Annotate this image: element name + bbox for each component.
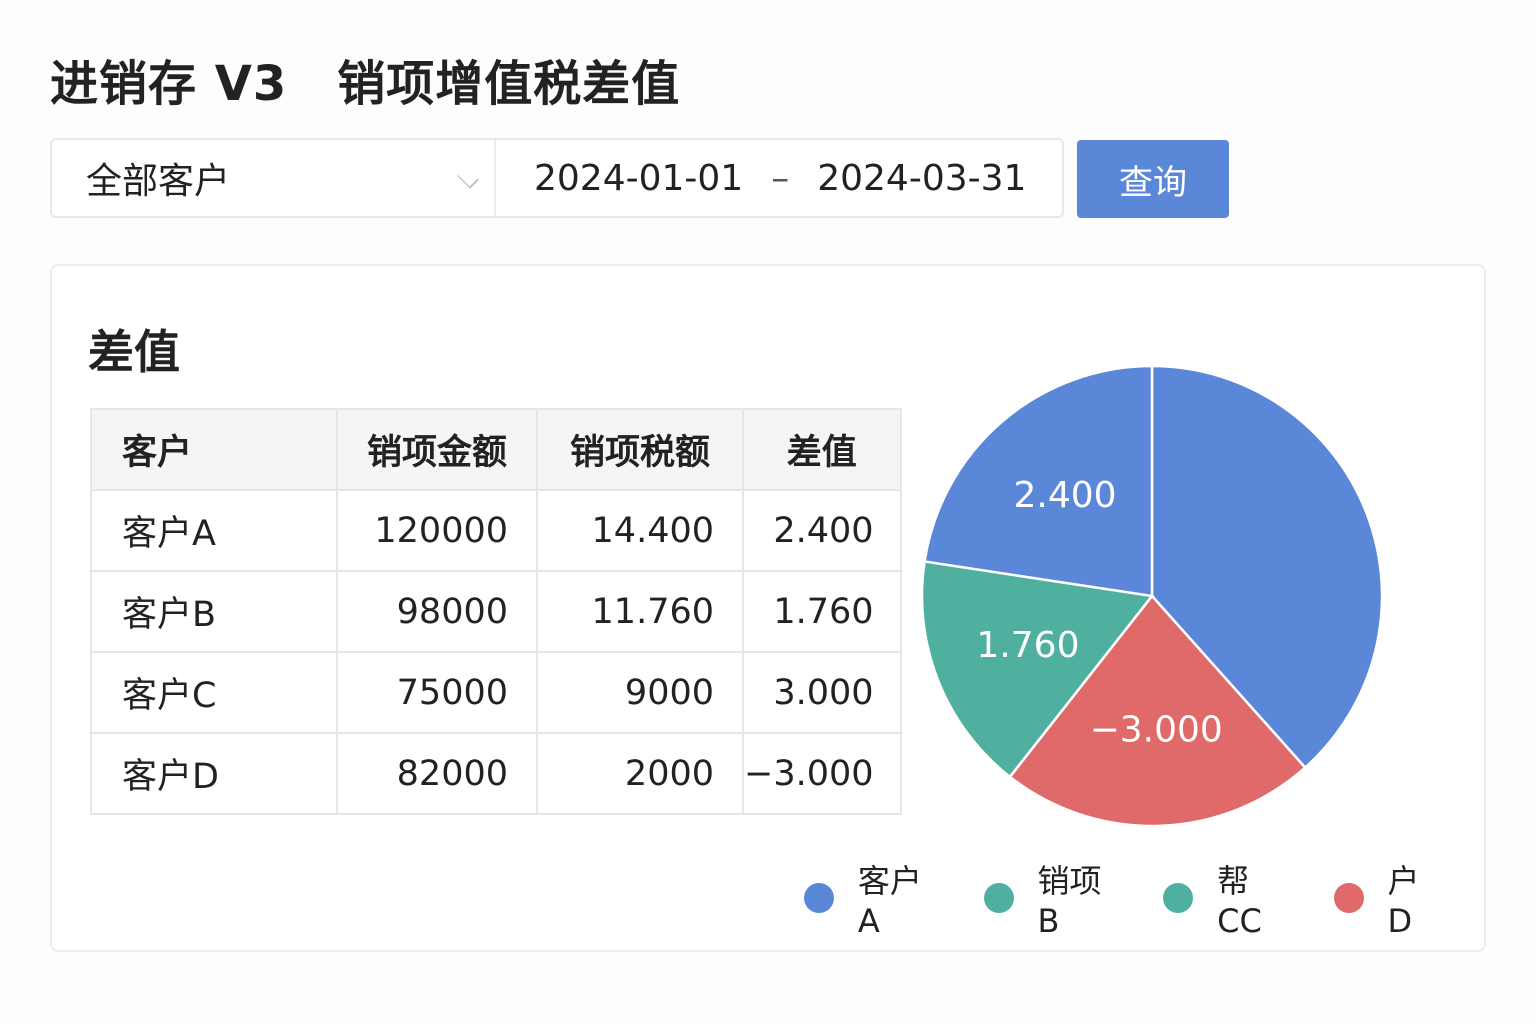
slice-label: 2.400 (1014, 475, 1117, 516)
slice-label: −3.000 (1090, 709, 1223, 750)
pie-chart: −3.000 1.760 2.400 (920, 364, 1384, 828)
slice-label: 1.760 (976, 625, 1079, 666)
